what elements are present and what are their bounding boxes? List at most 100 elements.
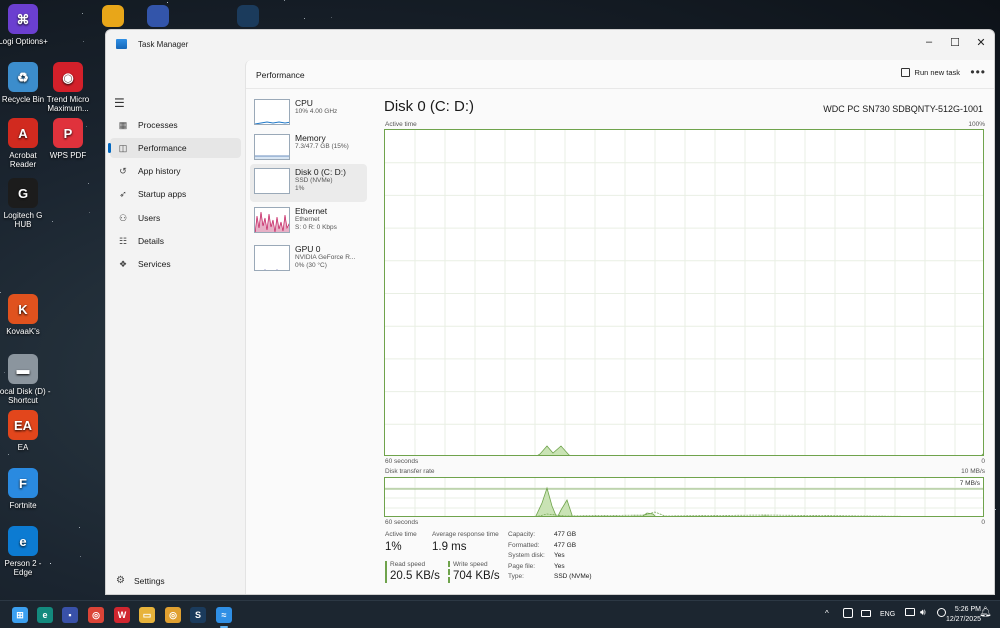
settings-button[interactable]: ⚙ Settings <box>116 575 165 586</box>
close-button[interactable]: ✕ <box>968 32 994 52</box>
property-value: 477 GB <box>554 531 577 538</box>
sidebar-item-startup-apps[interactable]: ➶ Startup apps <box>110 184 241 204</box>
desktop-icon[interactable]: F Fortnite <box>0 468 51 510</box>
desktop-icon[interactable]: G Logitech G HUB <box>0 178 51 229</box>
title-bar[interactable]: Task Manager – ☐ ✕ <box>106 30 994 60</box>
tray-chevron-icon[interactable]: ^ <box>825 609 829 618</box>
network-icon[interactable] <box>905 608 915 616</box>
taskbar: ⊞ e ▪ ◎ W ▭ ◎ S ≈ ^ ENG 🔊︎ 5:26 PM 12/27/2025 🔔︎ <box>0 600 1000 628</box>
read-speed-indicator <box>385 561 387 583</box>
desktop-icon-label: Logitech G HUB <box>3 211 43 229</box>
device-detail-1: NVIDIA GeForce R... <box>295 254 356 261</box>
desktop-app-icon: ◉ <box>53 62 83 92</box>
language-indicator[interactable]: ENG <box>880 611 895 618</box>
taskbar-edge-icon[interactable]: e <box>37 607 53 623</box>
sidebar-item-processes[interactable]: ▦ Processes <box>110 115 241 135</box>
taskbar-explorer-icon[interactable]: ▭ <box>139 607 155 623</box>
device-item-ethernet[interactable]: Ethernet Ethernet S: 0 R: 0 Kbps <box>250 203 367 241</box>
device-name: GPU 0 <box>295 244 321 254</box>
desktop-icon[interactable]: ▬ Local Disk (D) - Shortcut <box>0 354 51 405</box>
desktop-icon-label: Fortnite <box>9 501 37 510</box>
desktop-app-icon: e <box>8 526 38 556</box>
desktop-icon-partial[interactable] <box>100 5 126 30</box>
taskbar-chrome-2-icon[interactable]: ◎ <box>165 607 181 623</box>
nav-icon: ⚇ <box>118 212 128 223</box>
maximize-button[interactable]: ☐ <box>942 32 968 52</box>
taskbar-chrome-icon[interactable]: ◎ <box>88 607 104 623</box>
run-task-icon <box>900 68 910 77</box>
sidebar-nav: ☰ ▦ Processes ◫ Performance ↺ App history ➶ Sta… <box>106 60 245 594</box>
desktop-icon-label: Person 2 - Edge <box>4 559 42 577</box>
device-thumbnail-graph <box>254 207 290 233</box>
desktop-app-icon <box>237 5 259 27</box>
device-item-cpu[interactable]: CPU 10% 4.00 GHz <box>250 95 367 133</box>
transfer-ref-label: 7 MB/s <box>959 480 980 487</box>
desktop-icon-label: Trend Micro Maximum... <box>46 95 90 113</box>
content-pane: Performance Run new task ••• CPU 10% 4.00… <box>245 60 994 594</box>
transfer-rate-max-label: 10 MB/s <box>961 468 985 475</box>
notification-bell-icon[interactable]: 🔔︎ <box>979 607 992 618</box>
run-new-task-button[interactable]: Run new task <box>900 68 960 77</box>
avg-response-value: 1.9 ms <box>432 541 467 553</box>
sidebar-item-performance[interactable]: ◫ Performance <box>108 138 241 158</box>
property-key: System disk: <box>508 552 545 559</box>
desktop-icon-label: EA <box>17 443 29 452</box>
more-options-icon[interactable]: ••• <box>970 65 986 79</box>
keyboard-icon[interactable] <box>861 610 871 617</box>
settings-label: Settings <box>133 575 165 586</box>
taskbar-steam-icon[interactable]: S <box>190 607 206 623</box>
desktop-icon[interactable]: K KovaaK's <box>0 294 51 336</box>
device-detail-1: 7.3/47.7 GB (15%) <box>295 143 349 150</box>
device-detail-1: SSD (NVMe) <box>295 177 333 184</box>
active-time-graph <box>384 129 984 456</box>
active-time-x-right: 0 <box>981 458 985 465</box>
taskbar-wps-icon[interactable]: W <box>114 607 130 623</box>
desktop-app-icon <box>102 5 124 27</box>
desktop-app-icon: ⌘ <box>8 4 38 34</box>
desktop-icon[interactable]: P WPS PDF <box>40 118 96 160</box>
sidebar-item-app-history[interactable]: ↺ App history <box>110 161 241 181</box>
task-manager-icon <box>116 39 127 49</box>
desktop-icon[interactable]: ⌘ Logi Options+ <box>0 4 51 46</box>
device-item-memory[interactable]: Memory 7.3/47.7 GB (15%) <box>250 130 367 168</box>
taskbar-task-manager-icon[interactable]: ≈ <box>216 607 232 623</box>
desktop-icon-partial[interactable] <box>235 5 261 30</box>
property-value: Yes <box>554 562 565 570</box>
nav-icon: ◫ <box>118 142 128 153</box>
desktop-app-icon: K <box>8 294 38 324</box>
device-name: CPU <box>295 98 313 108</box>
desktop-icon-partial[interactable] <box>145 5 171 30</box>
taskbar-save-icon[interactable]: ▪ <box>62 607 78 623</box>
sidebar-item-details[interactable]: ☷ Details <box>110 231 241 251</box>
desktop-icon[interactable]: EA EA <box>0 410 51 452</box>
clock[interactable]: 5:26 PM 12/27/2025 <box>946 605 981 625</box>
transfer-rate-graph: 7 MB/s <box>384 477 984 517</box>
clock-date: 12/27/2025 <box>945 616 981 623</box>
battery-icon[interactable] <box>937 608 946 617</box>
transfer-x-right: 0 <box>981 519 985 526</box>
taskbar-start-icon[interactable]: ⊞ <box>12 607 28 623</box>
run-new-task-label: Run new task <box>914 68 960 77</box>
active-time-stat-label: Active time <box>385 531 417 538</box>
device-name: Ethernet <box>295 206 328 216</box>
hamburger-menu-icon[interactable]: ☰ <box>114 96 125 110</box>
tray-app-icon[interactable] <box>843 608 853 618</box>
minimize-button[interactable]: – <box>916 32 942 52</box>
disk-detail-panel: Disk 0 (C: D:) WDC PC SN730 SDBQNTY-512G… <box>384 90 985 594</box>
device-item-gpu[interactable]: GPU 0 NVIDIA GeForce R... 0% (30 °C) <box>250 241 367 279</box>
read-speed-value: 20.5 KB/s <box>390 570 440 582</box>
device-thumbnail-graph <box>254 168 290 194</box>
desktop-app-icon: G <box>8 178 38 208</box>
desktop-app-icon <box>147 5 169 27</box>
sidebar-item-users[interactable]: ⚇ Users <box>110 208 241 228</box>
transfer-rate-label: Disk transfer rate <box>385 468 435 475</box>
desktop-icon[interactable]: ◉ Trend Micro Maximum... <box>40 62 96 113</box>
desktop-icon[interactable]: e Person 2 - Edge <box>0 526 51 577</box>
device-name: Disk 0 (C: D:) <box>295 167 346 177</box>
property-value: SSD (NVMe) <box>554 573 592 580</box>
device-item-disk[interactable]: Disk 0 (C: D:) SSD (NVMe) 1% <box>250 164 367 202</box>
sidebar-item-services[interactable]: ❖ Services <box>110 254 241 274</box>
volume-icon[interactable]: 🔊︎ <box>920 607 926 618</box>
desktop-app-icon: ▬ <box>8 354 38 384</box>
active-time-stat-value: 1% <box>385 541 402 553</box>
